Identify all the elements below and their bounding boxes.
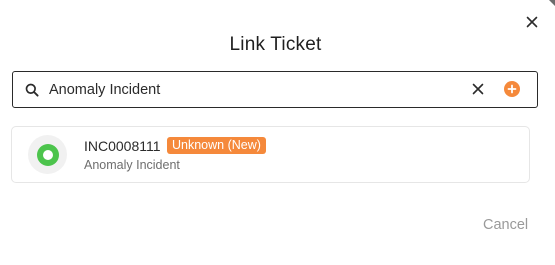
search-input[interactable] <box>49 81 449 98</box>
clear-icon <box>472 83 484 95</box>
plus-circle-icon <box>507 84 517 94</box>
avatar <box>28 135 67 174</box>
close-button[interactable] <box>522 12 542 32</box>
dialog-title: Link Ticket <box>229 34 322 55</box>
cancel-button[interactable]: Cancel <box>483 217 528 233</box>
ticket-id: INC0008111 <box>84 138 161 154</box>
ticket-result-item[interactable]: INC0008111 Unknown (New) Anomaly Inciden… <box>11 126 530 183</box>
search-icon <box>25 83 39 97</box>
corner-fold-decoration <box>549 0 555 6</box>
close-icon <box>526 16 538 28</box>
search-field[interactable] <box>12 71 538 108</box>
link-ticket-dialog: Link Ticket INC0008111 Unknown (New <box>0 0 555 265</box>
status-badge: Unknown (New) <box>167 137 266 154</box>
ticket-title: Anomaly Incident <box>84 158 180 172</box>
add-ticket-button[interactable] <box>504 81 520 97</box>
clear-search-button[interactable] <box>471 82 485 96</box>
avatar-icon <box>36 143 59 166</box>
